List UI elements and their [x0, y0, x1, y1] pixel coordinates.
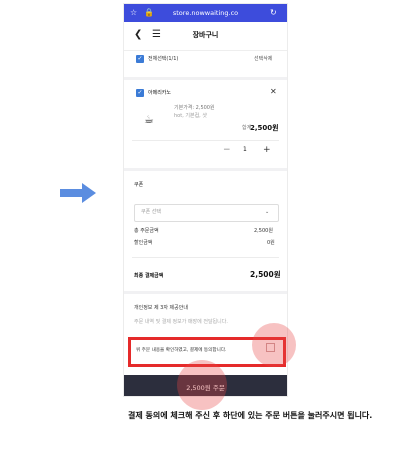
select-all-label: 전체선택(1/1)	[148, 56, 179, 62]
lock-icon: 🔒	[144, 8, 154, 17]
arrow-right-icon	[60, 183, 96, 203]
browser-url-bar: ☆ 🔒 store.nowwaiting.co ↻	[124, 4, 287, 22]
item-total-value: 2,500원	[250, 124, 279, 132]
section-divider	[124, 77, 287, 80]
close-icon[interactable]: ✕	[270, 88, 277, 96]
discount-value: 0원	[267, 240, 275, 246]
quantity-plus-button[interactable]: +	[263, 145, 271, 155]
summary-divider	[132, 257, 279, 258]
final-amount-label: 최종 결제금액	[134, 273, 164, 279]
final-amount-value: 2,500원	[250, 270, 281, 279]
total-order-value: 2,500원	[254, 228, 273, 234]
quantity-value: 1	[243, 146, 247, 153]
chevron-left-icon[interactable]: ❮	[134, 29, 142, 41]
item-checkbox[interactable]: ✓	[136, 89, 144, 97]
chevron-down-icon: ⌄	[265, 209, 270, 215]
coupon-select[interactable]: 쿠폰 선택 ⌄	[134, 204, 279, 222]
tap-highlight-checkbox	[252, 323, 296, 367]
total-order-label: 총 주문금액	[134, 228, 159, 234]
coupon-section-label: 쿠폰	[134, 182, 144, 188]
privacy-title: 개인정보 제 3자 제공안내	[134, 305, 188, 311]
url-text[interactable]: store.nowwaiting.co	[158, 8, 253, 18]
instruction-text: 결제 동의에 체크해 주신 후 하단에 있는 주문 버튼을 눌러주시면 됩니다.	[128, 411, 373, 420]
app-header: ❮ ☰ 장바구니	[124, 22, 287, 51]
coffee-cup-icon: ☕	[144, 113, 154, 126]
agreement-label: 위 주문 내용을 확인하였고, 결제에 동의합니다.	[136, 348, 227, 353]
item-base-price: 기본가격: 2,500원	[174, 105, 215, 111]
refresh-icon[interactable]: ↻	[270, 8, 277, 18]
tap-highlight-order-button	[177, 360, 227, 410]
quantity-minus-button[interactable]: −	[223, 145, 231, 155]
hamburger-icon[interactable]: ☰	[152, 29, 161, 41]
coupon-select-placeholder: 쿠폰 선택	[141, 209, 161, 215]
delete-selected-button[interactable]: 선택삭제	[254, 56, 272, 63]
section-divider	[124, 291, 287, 294]
item-divider	[132, 140, 279, 141]
page-title: 장바구니	[192, 31, 219, 39]
select-all-checkbox[interactable]: ✓	[136, 55, 144, 63]
item-name: 아메리카노	[148, 90, 172, 96]
discount-label: 할인금액	[134, 240, 153, 246]
item-options: hot, 기본컵, 샷	[174, 113, 207, 119]
section-divider	[124, 168, 287, 171]
privacy-description: 주문 내역 및 결제 정보가 매장에 전달됩니다.	[134, 319, 228, 325]
star-icon[interactable]: ☆	[130, 8, 137, 18]
